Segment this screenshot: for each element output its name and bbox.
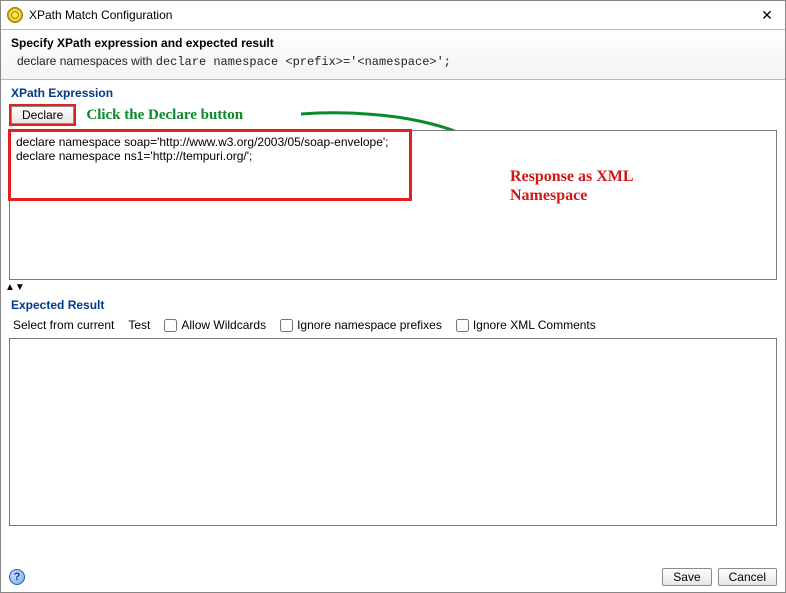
header-title: Specify XPath expression and expected re… [11, 36, 775, 50]
save-button[interactable]: Save [662, 568, 711, 586]
ignore-ns-prefixes-label: Ignore namespace prefixes [297, 318, 442, 332]
help-icon[interactable]: ? [9, 569, 25, 585]
ignore-ns-prefixes-checkbox[interactable]: Ignore namespace prefixes [280, 318, 442, 332]
ignore-xml-comments-label: Ignore XML Comments [473, 318, 596, 332]
expected-toolbar: Select from current Test Allow Wildcards… [9, 314, 777, 338]
annotation-click-declare: Click the Declare button [86, 107, 243, 124]
splitter-handle[interactable]: ▲▼ [1, 282, 785, 292]
ignore-ns-prefixes-input[interactable] [280, 319, 293, 332]
header-subtitle: declare namespaces with declare namespac… [11, 54, 775, 69]
close-button[interactable]: ✕ [755, 5, 779, 25]
app-icon [7, 7, 23, 23]
declare-button[interactable]: Declare [11, 106, 74, 124]
select-from-current-button[interactable]: Select from current [13, 318, 114, 332]
ignore-xml-comments-checkbox[interactable]: Ignore XML Comments [456, 318, 596, 332]
dialog-header: Specify XPath expression and expected re… [1, 29, 785, 80]
expected-result-input[interactable] [10, 339, 776, 525]
annotation-response-xml: Response as XML Namespace [510, 167, 634, 205]
xpath-section-title: XPath Expression [11, 86, 777, 100]
xpath-editor-container: Response as XML Namespace [9, 130, 777, 280]
annotation-red-line2: Namespace [510, 187, 587, 204]
allow-wildcards-checkbox[interactable]: Allow Wildcards [164, 318, 266, 332]
declare-button-highlight: Declare [9, 104, 76, 126]
test-button[interactable]: Test [128, 318, 150, 332]
window-title: XPath Match Configuration [29, 8, 172, 22]
xpath-toolbar: Declare Click the Declare button [9, 102, 777, 130]
allow-wildcards-label: Allow Wildcards [181, 318, 266, 332]
expected-section-title: Expected Result [11, 298, 777, 312]
expected-section: Expected Result Select from current Test… [1, 292, 785, 528]
header-subtitle-text: declare namespaces with [17, 54, 156, 68]
annotation-red-line1: Response as XML [510, 168, 634, 185]
ignore-xml-comments-input[interactable] [456, 319, 469, 332]
titlebar: XPath Match Configuration ✕ [1, 1, 785, 29]
allow-wildcards-input[interactable] [164, 319, 177, 332]
xpath-section: XPath Expression Declare Click the Decla… [1, 80, 785, 282]
expected-result-container [9, 338, 777, 526]
header-subtitle-code: declare namespace <prefix>='<namespace>'… [156, 55, 451, 69]
dialog-footer: ? Save Cancel [1, 562, 785, 592]
cancel-button[interactable]: Cancel [718, 568, 777, 586]
xpath-expression-input[interactable] [10, 131, 776, 279]
